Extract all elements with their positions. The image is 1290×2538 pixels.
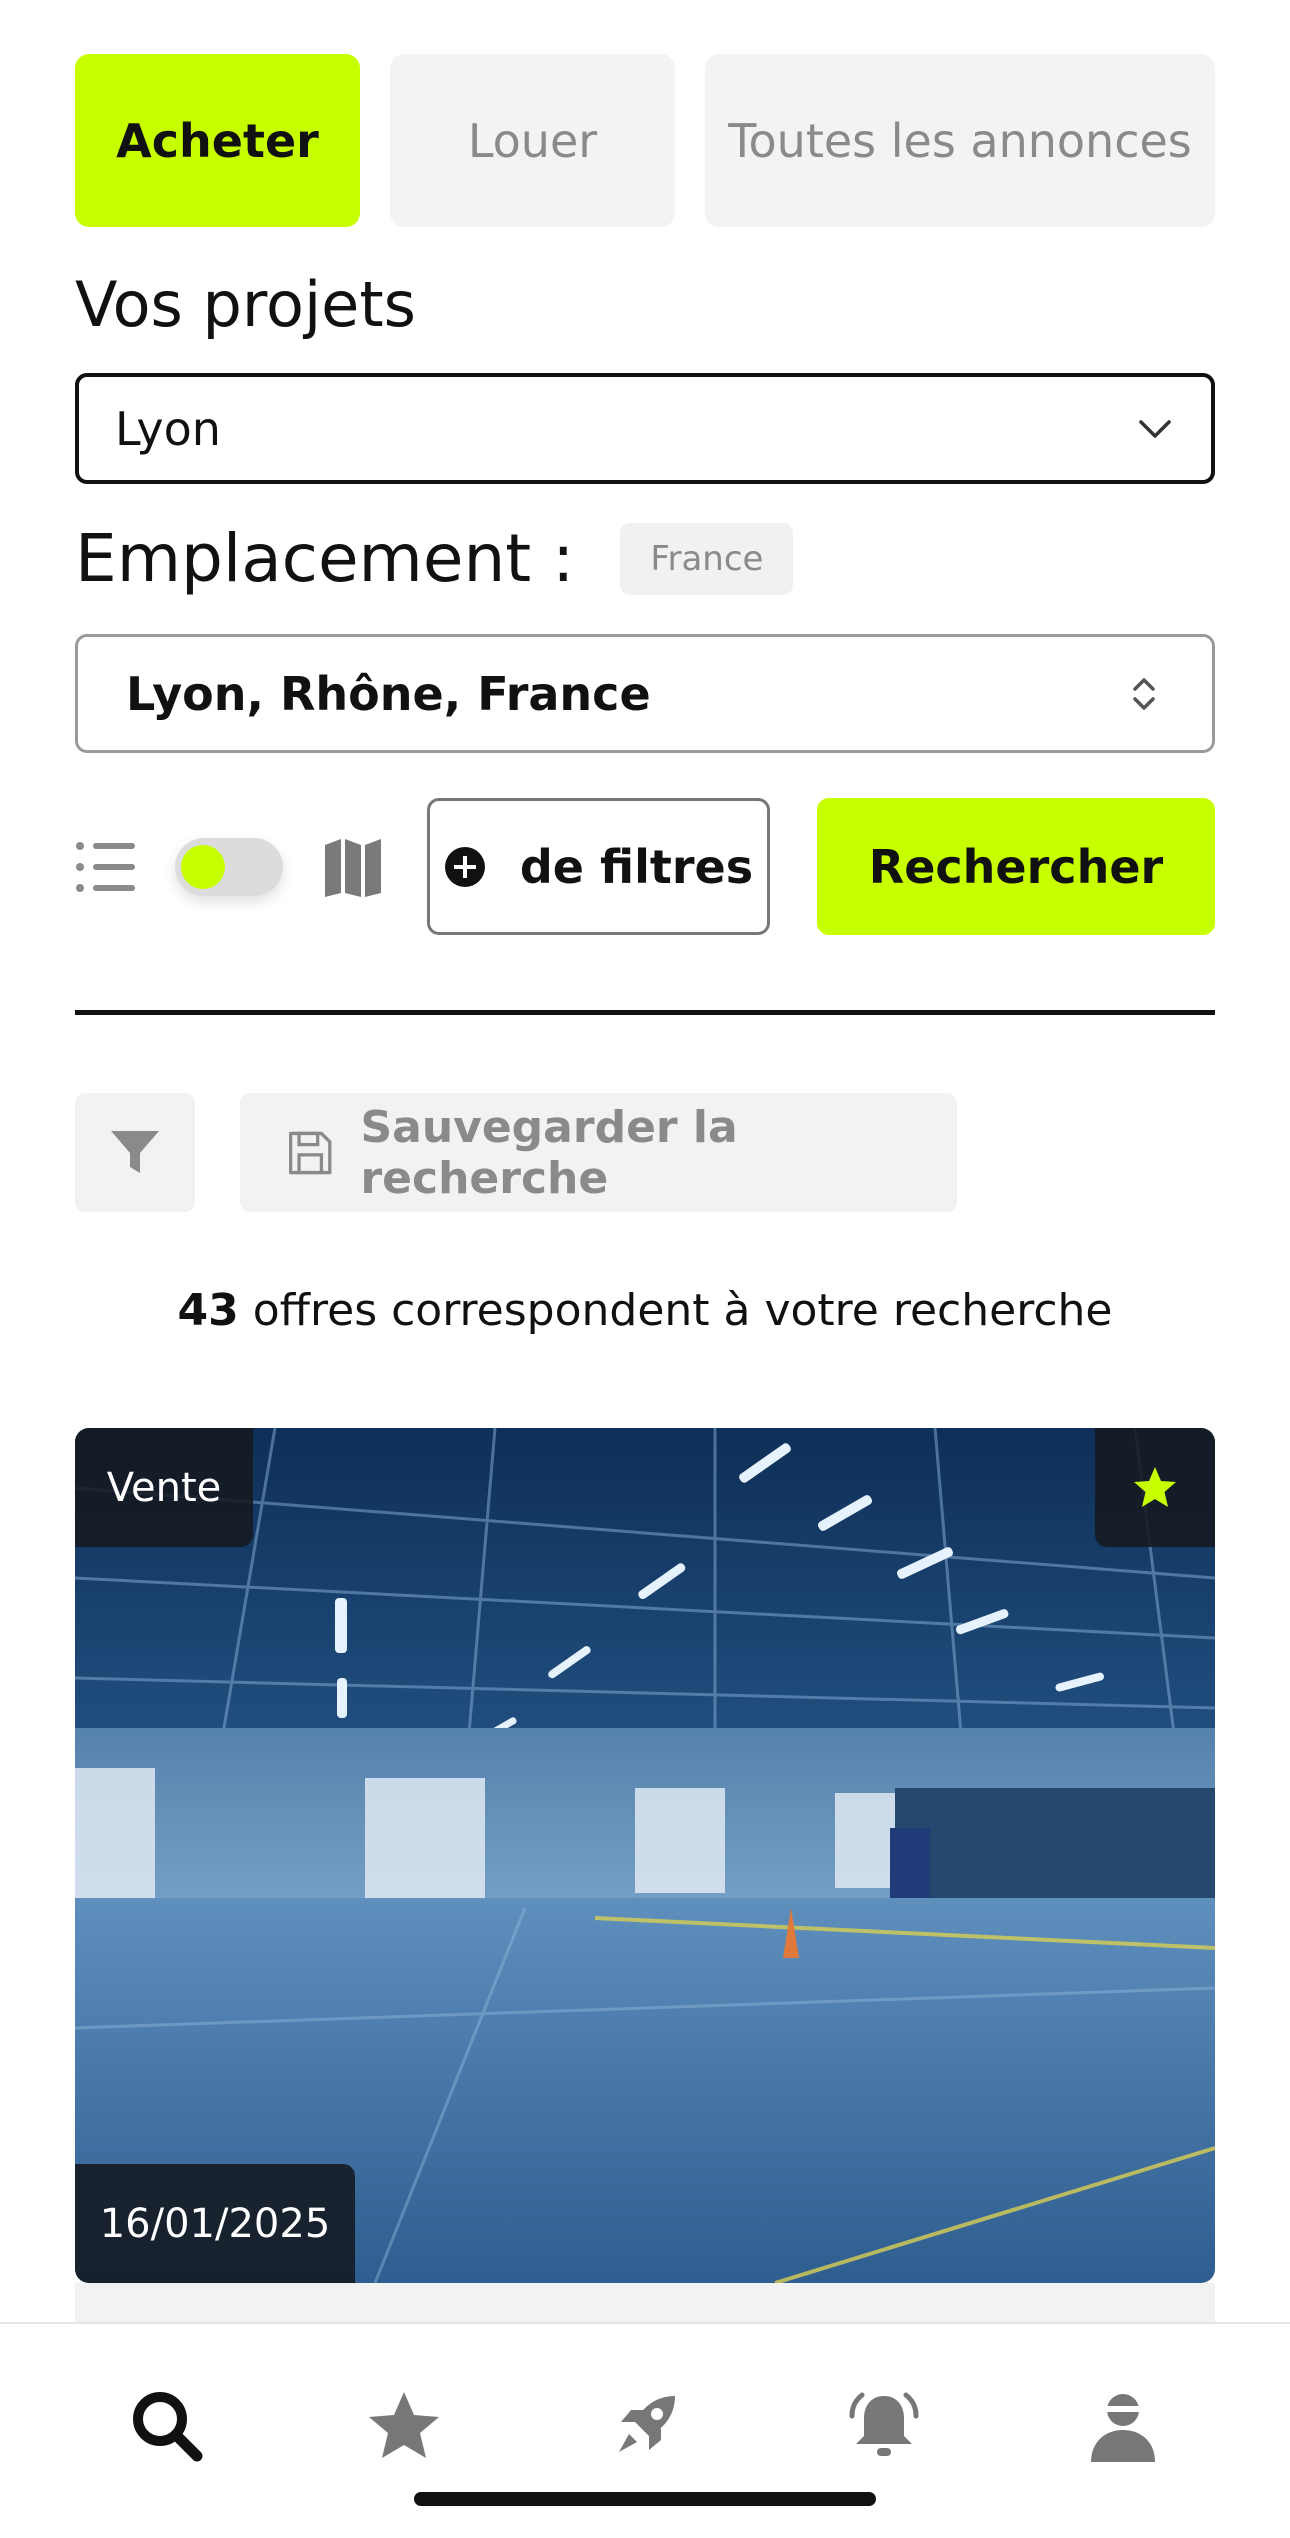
map-view-icon[interactable] (323, 837, 383, 897)
listing-type-badge: Vente (75, 1428, 253, 1547)
save-search-label: Sauvegarder la recherche (360, 1101, 738, 1204)
home-indicator (414, 2492, 876, 2506)
listing-card[interactable]: Vente 16/01/2025 (75, 1428, 1215, 2283)
tab-acheter[interactable]: Acheter (75, 54, 360, 227)
search-icon (133, 2392, 203, 2462)
transaction-tabs: Acheter Louer Toutes les annonces (75, 54, 1215, 227)
country-chip[interactable]: France (620, 522, 794, 595)
nav-search[interactable] (127, 2386, 207, 2466)
filter-button[interactable] (75, 1093, 195, 1212)
location-header: Emplacement : France (75, 520, 794, 597)
user-icon (1091, 2394, 1155, 2462)
list-view-icon[interactable] (75, 840, 137, 894)
view-toggle[interactable] (175, 837, 283, 896)
projects-select-value: Lyon (115, 401, 221, 456)
projects-title: Vos projets (75, 268, 416, 341)
listing-date-badge: 16/01/2025 (75, 2164, 355, 2283)
floppy-disk-icon (289, 1131, 332, 1174)
star-icon (369, 2392, 439, 2458)
star-icon (1134, 1466, 1176, 1507)
tab-louer[interactable]: Louer (390, 54, 675, 227)
nav-projects[interactable] (605, 2386, 685, 2466)
chevron-down-icon (1139, 419, 1171, 438)
nav-favorites[interactable] (364, 2386, 444, 2466)
section-divider (75, 1010, 1215, 1015)
listing-photo (75, 1428, 1215, 2283)
funnel-icon (111, 1130, 159, 1173)
results-summary: 43 offres correspondent à votre recherch… (0, 1285, 1290, 1336)
search-controls: de filtres Rechercher (75, 798, 1215, 935)
chevron-up-down-icon (1133, 677, 1155, 710)
view-toggle-knob (181, 844, 225, 889)
results-count: 43 (177, 1285, 239, 1336)
rocket-icon (619, 2396, 675, 2452)
nav-alerts[interactable] (844, 2386, 924, 2466)
favorite-button[interactable] (1095, 1428, 1215, 1547)
tab-toutes-les-annonces[interactable]: Toutes les annonces (705, 54, 1215, 227)
projects-select[interactable]: Lyon (75, 373, 1215, 484)
location-title: Emplacement : (75, 520, 575, 597)
location-select[interactable]: Lyon, Rhône, France (75, 634, 1215, 753)
more-filters-label: de filtres (519, 839, 754, 894)
nav-profile[interactable] (1083, 2386, 1163, 2466)
location-select-value: Lyon, Rhône, France (126, 666, 651, 721)
plus-circle-icon (444, 846, 485, 887)
more-filters-button[interactable]: de filtres (427, 798, 770, 935)
bell-icon (849, 2392, 919, 2456)
listing-card-body (75, 2283, 1215, 2323)
search-button[interactable]: Rechercher (817, 798, 1215, 935)
results-text: offres correspondent à votre recherche (252, 1285, 1113, 1336)
save-search-button[interactable]: Sauvegarder la recherche (240, 1093, 957, 1212)
